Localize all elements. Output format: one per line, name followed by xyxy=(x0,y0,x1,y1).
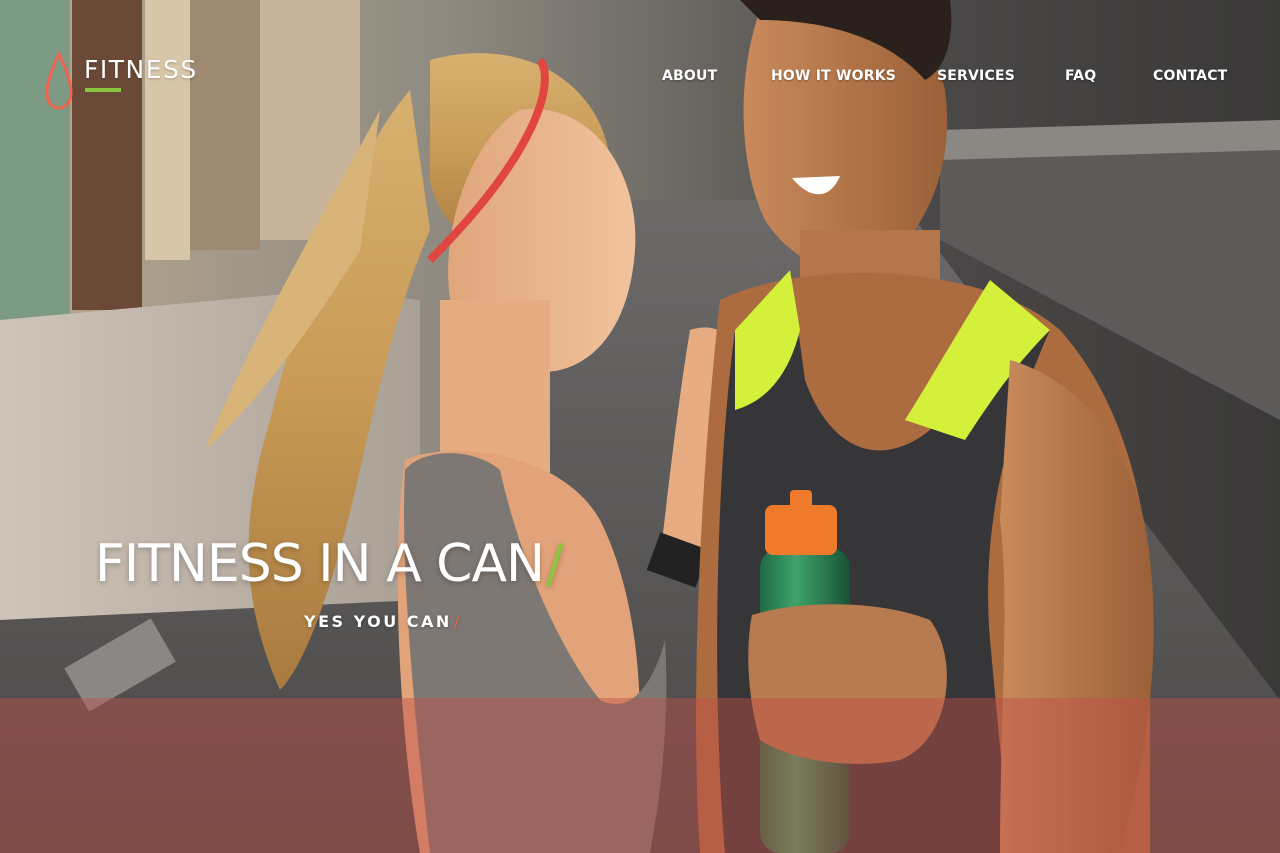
nav-services[interactable]: SERVICES xyxy=(937,68,1015,84)
hero-headline-text: FITNESS IN A CAN xyxy=(95,534,545,594)
hero-color-band xyxy=(0,698,1280,853)
brand-underline xyxy=(85,88,121,92)
hero-headline-slash: / xyxy=(545,534,564,594)
brand-name: FITNESS xyxy=(84,55,198,84)
water-drop-icon xyxy=(45,52,73,110)
hero-tagline: YES YOU CAN / xyxy=(304,612,462,631)
brand-logo[interactable]: FITNESS xyxy=(44,52,196,114)
nav-about[interactable]: ABOUT xyxy=(662,68,717,84)
nav-how-it-works[interactable]: HOW IT WORKS xyxy=(771,68,896,84)
nav-faq[interactable]: FAQ xyxy=(1065,68,1096,84)
hero-tagline-text: YES YOU CAN xyxy=(304,612,452,631)
nav-contact[interactable]: CONTACT xyxy=(1153,68,1227,84)
hero-tagline-slash: / xyxy=(453,612,462,631)
hero-section: FITNESS ABOUT HOW IT WORKS SERVICES FAQ … xyxy=(0,0,1280,853)
hero-headline: FITNESS IN A CAN/ xyxy=(95,538,563,590)
